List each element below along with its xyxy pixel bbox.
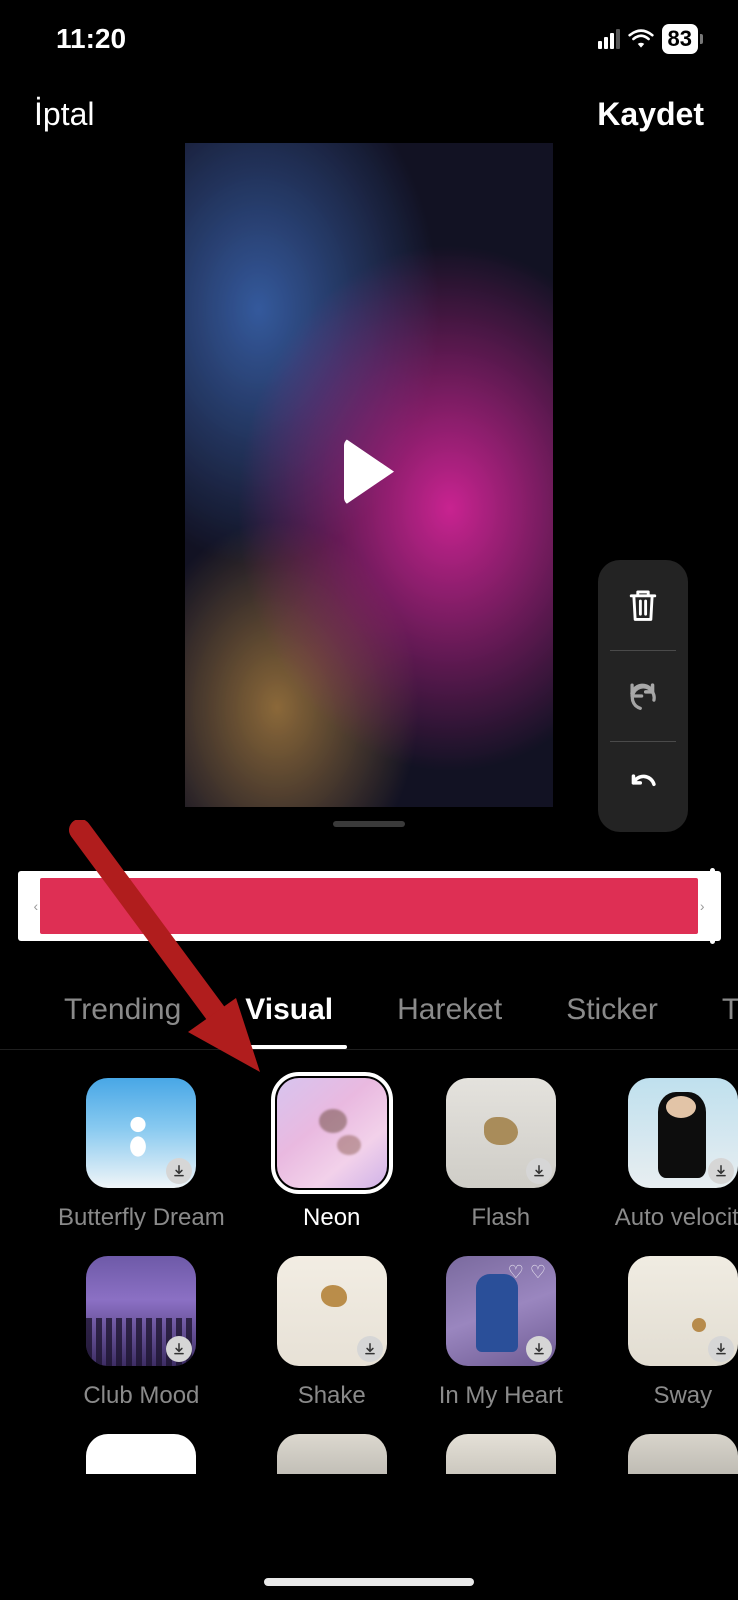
play-button[interactable] [344, 438, 394, 506]
timeline-right-handle-icon[interactable]: › [698, 898, 707, 914]
tab-hareket[interactable]: Hareket [365, 993, 534, 1049]
effect-item[interactable]: Auto velocity [615, 1078, 738, 1232]
status-bar: 11:20 83 [0, 0, 738, 60]
effect-label: Butterfly Dream [58, 1204, 225, 1232]
effect-thumbnail[interactable] [446, 1434, 556, 1474]
effect-label: In My Heart [439, 1382, 563, 1410]
undo-button[interactable] [598, 742, 688, 832]
effect-label: Sway [653, 1382, 712, 1410]
undo-icon [626, 772, 660, 802]
cancel-button[interactable]: İptal [34, 96, 94, 133]
effect-item[interactable]: Sway [615, 1256, 738, 1410]
timeline-track[interactable] [40, 878, 698, 934]
download-icon [357, 1336, 383, 1362]
effect-item[interactable]: Club Mood [58, 1256, 225, 1410]
status-right: 83 [598, 24, 698, 54]
effect-thumbnail[interactable] [277, 1256, 387, 1366]
tab-sticker[interactable]: Sticker [534, 993, 690, 1049]
effect-thumbnail[interactable] [446, 1078, 556, 1188]
effect-label: Flash [471, 1204, 530, 1232]
effect-item[interactable]: Flash [439, 1078, 563, 1232]
tab-trending[interactable]: Trending [32, 993, 213, 1049]
timeline-left-handle-icon[interactable]: ‹ [32, 898, 41, 914]
tab-more[interactable]: Tr [690, 993, 738, 1049]
playhead[interactable] [710, 868, 715, 944]
side-toolbar [598, 560, 688, 832]
download-icon [526, 1336, 552, 1362]
action-bar: İptal Kaydet [0, 60, 738, 133]
home-indicator [264, 1578, 474, 1586]
battery-level: 83 [662, 24, 698, 54]
effect-item[interactable]: Butterfly Dream [58, 1078, 225, 1232]
effect-thumbnail[interactable] [446, 1256, 556, 1366]
download-icon [166, 1336, 192, 1362]
effect-item[interactable] [615, 1434, 738, 1474]
timeline[interactable]: ‹ › [18, 871, 721, 941]
status-time: 11:20 [56, 23, 126, 55]
download-icon [708, 1158, 734, 1184]
wifi-icon [628, 29, 654, 49]
tab-visual[interactable]: Visual [213, 993, 365, 1049]
effect-label: Shake [298, 1382, 366, 1410]
redo-button[interactable] [598, 651, 688, 741]
download-icon [166, 1158, 192, 1184]
effect-thumbnail[interactable] [277, 1434, 387, 1474]
effect-item[interactable] [439, 1434, 563, 1474]
effect-item[interactable]: Neon [277, 1078, 387, 1232]
redo-icon [626, 681, 660, 711]
effect-item[interactable]: In My Heart [439, 1256, 563, 1410]
play-icon [344, 438, 394, 506]
effect-item[interactable] [277, 1434, 387, 1474]
effect-label: Neon [303, 1204, 360, 1232]
effect-thumbnail[interactable] [628, 1078, 738, 1188]
effect-item[interactable]: Shake [277, 1256, 387, 1410]
effects-grid: Butterfly Dream Neon Flash Auto velocity Clu… [0, 1050, 738, 1474]
effect-thumbnail[interactable] [628, 1256, 738, 1366]
effect-thumbnail[interactable] [277, 1078, 387, 1188]
effect-label: Auto velocity [615, 1204, 738, 1232]
effect-thumbnail[interactable] [86, 1256, 196, 1366]
download-icon [708, 1336, 734, 1362]
effect-label: Club Mood [83, 1382, 199, 1410]
download-icon [526, 1158, 552, 1184]
save-button[interactable]: Kaydet [597, 96, 704, 133]
effect-item[interactable] [58, 1434, 225, 1474]
trash-icon [627, 588, 659, 622]
video-preview[interactable] [185, 143, 553, 807]
delete-button[interactable] [598, 560, 688, 650]
effect-thumbnail[interactable] [628, 1434, 738, 1474]
effect-thumbnail[interactable] [86, 1078, 196, 1188]
effect-category-tabs: Trending Visual Hareket Sticker Tr [0, 941, 738, 1050]
preview-handle [333, 821, 405, 827]
cellular-signal-icon [598, 29, 620, 49]
effect-thumbnail[interactable] [86, 1434, 196, 1474]
